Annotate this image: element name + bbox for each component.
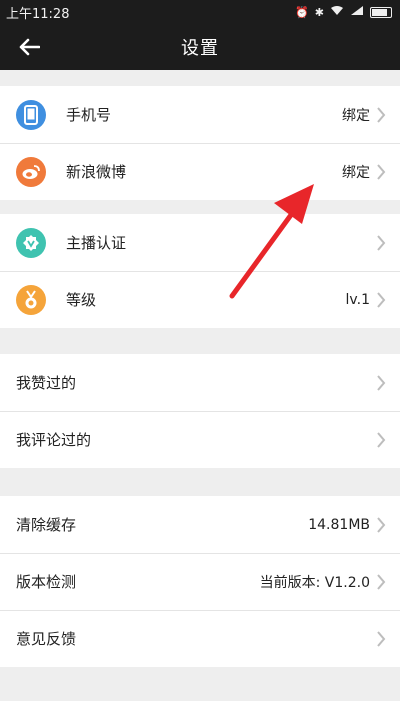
chevron-right-icon — [377, 374, 386, 391]
liked-row[interactable]: 我赞过的 — [0, 354, 400, 411]
version-check-row[interactable]: 版本检测 当前版本: V1.2.0 — [0, 553, 400, 610]
anchor-verify-label: 主播认证 — [66, 234, 127, 252]
medal-icon — [16, 284, 46, 315]
history-group: 我赞过的 我评论过的 — [0, 354, 400, 468]
page-title: 设置 — [181, 38, 219, 59]
account-group: 手机号 绑定 新浪微博 绑定 — [0, 86, 400, 200]
cache-size: 14.81MB — [308, 516, 370, 533]
chevron-right-icon — [377, 163, 386, 180]
bluetooth-icon: ✱ — [314, 5, 324, 19]
wifi-icon — [330, 5, 344, 19]
level-row[interactable]: 等级 lv.1 — [0, 271, 400, 328]
verified-badge-icon — [16, 227, 46, 258]
phone-bind-status: 绑定 — [342, 107, 370, 124]
status-icons: ⏰ ✱ — [295, 5, 392, 19]
weibo-row[interactable]: 新浪微博 绑定 — [0, 143, 400, 200]
alarm-icon: ⏰ — [295, 5, 309, 19]
weibo-label: 新浪微博 — [66, 163, 127, 181]
anchor-verify-row[interactable]: 主播认证 — [0, 214, 400, 271]
phone-row[interactable]: 手机号 绑定 — [0, 86, 400, 143]
chevron-right-icon — [377, 630, 386, 647]
commented-label: 我评论过的 — [16, 431, 92, 449]
version-check-label: 版本检测 — [16, 573, 77, 591]
back-button[interactable] — [12, 31, 46, 63]
chevron-right-icon — [377, 573, 386, 590]
profile-group: 主播认证 等级 lv.1 — [0, 214, 400, 328]
commented-row[interactable]: 我评论过的 — [0, 411, 400, 468]
chevron-right-icon — [377, 234, 386, 251]
back-arrow-icon — [19, 38, 40, 56]
liked-label: 我赞过的 — [16, 374, 77, 392]
weibo-icon — [16, 156, 46, 187]
signal-icon — [350, 5, 364, 19]
level-value: lv.1 — [345, 291, 370, 308]
weibo-bind-status: 绑定 — [342, 164, 370, 181]
battery-icon — [370, 6, 392, 18]
chevron-right-icon — [377, 291, 386, 308]
current-version: 当前版本: V1.2.0 — [259, 574, 370, 591]
chevron-right-icon — [377, 516, 386, 533]
feedback-row[interactable]: 意见反馈 — [0, 610, 400, 667]
chevron-right-icon — [377, 106, 386, 123]
status-time: 上午11:28 — [6, 6, 70, 22]
system-group: 清除缓存 14.81MB 版本检测 当前版本: V1.2.0 意见反馈 — [0, 496, 400, 667]
phone-label: 手机号 — [66, 106, 112, 124]
level-label: 等级 — [66, 291, 97, 309]
feedback-label: 意见反馈 — [16, 630, 77, 648]
clear-cache-row[interactable]: 清除缓存 14.81MB — [0, 496, 400, 553]
phone-icon — [16, 99, 46, 130]
app-bar: 设置 — [0, 24, 400, 70]
clear-cache-label: 清除缓存 — [16, 516, 77, 534]
status-bar: 上午11:28 ⏰ ✱ — [0, 0, 400, 24]
chevron-right-icon — [377, 431, 386, 448]
